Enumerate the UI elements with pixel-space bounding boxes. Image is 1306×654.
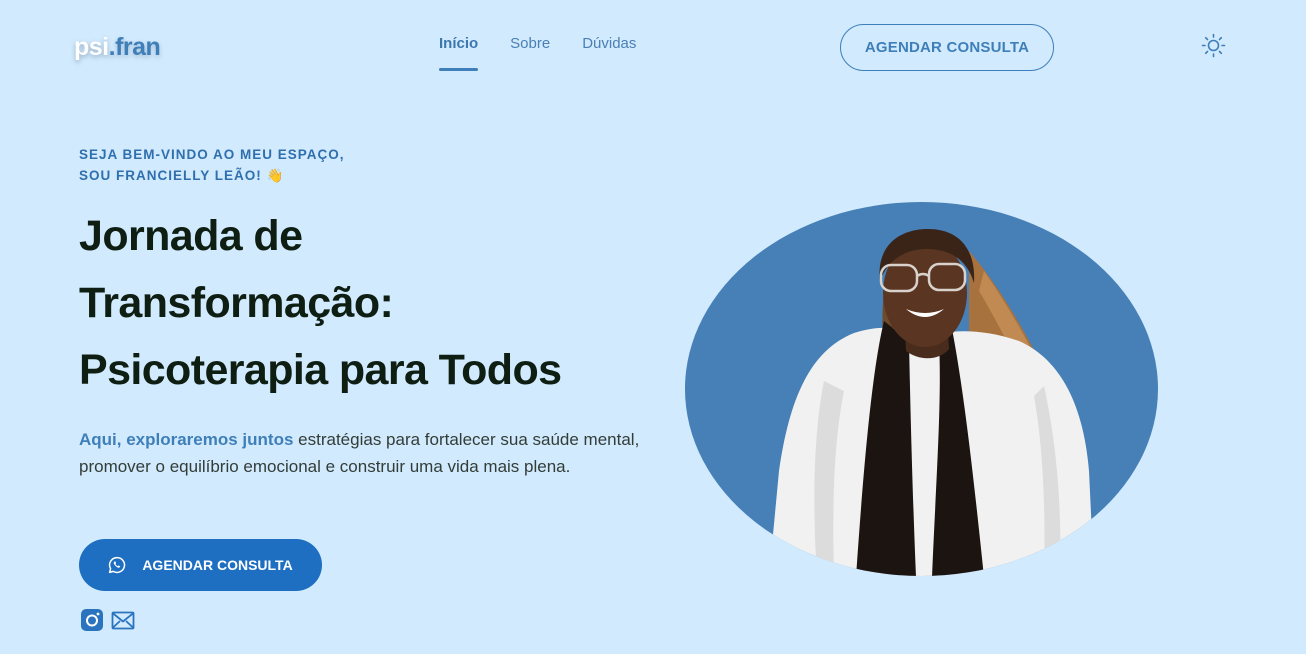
- logo-main: psi: [74, 33, 109, 61]
- hero-eyebrow: SEJA BEM-VINDO AO MEU ESPAÇO, SOU FRANCI…: [79, 144, 345, 186]
- hero-schedule-button[interactable]: AGENDAR CONSULTA: [79, 539, 322, 591]
- nav-item-duvidas[interactable]: Dúvidas: [582, 35, 636, 71]
- sun-icon[interactable]: [1201, 33, 1226, 58]
- site-logo[interactable]: psi.fran: [74, 33, 161, 62]
- headline-line-1: Jornada de: [79, 212, 303, 260]
- nav-item-sobre[interactable]: Sobre: [510, 35, 550, 71]
- hero-headline: Jornada de Transformação: Psicoterapia p…: [79, 203, 562, 404]
- eyebrow-line-1: SEJA BEM-VINDO AO MEU ESPAÇO,: [79, 147, 345, 162]
- header-schedule-button[interactable]: AGENDAR CONSULTA: [840, 24, 1054, 71]
- nav-item-inicio[interactable]: Início: [439, 35, 479, 71]
- instagram-icon[interactable]: [80, 608, 104, 632]
- logo-accent: .fran: [108, 33, 161, 61]
- email-icon[interactable]: [111, 608, 135, 632]
- portrait-photo: [684, 201, 1159, 577]
- eyebrow-line-2: SOU FRANCIELLY LEÃO! 👋: [79, 168, 285, 183]
- description-highlight: Aqui, exploraremos juntos: [79, 430, 294, 449]
- headline-line-2: Transformação:: [79, 279, 394, 327]
- hero-description: Aqui, exploraremos juntos estratégias pa…: [79, 426, 649, 480]
- headline-line-3: Psicoterapia para Todos: [79, 346, 562, 394]
- hero-cta-label: AGENDAR CONSULTA: [142, 557, 293, 573]
- whatsapp-icon: [108, 556, 126, 574]
- main-nav: Início Sobre Dúvidas: [439, 35, 636, 71]
- social-links: [80, 608, 135, 632]
